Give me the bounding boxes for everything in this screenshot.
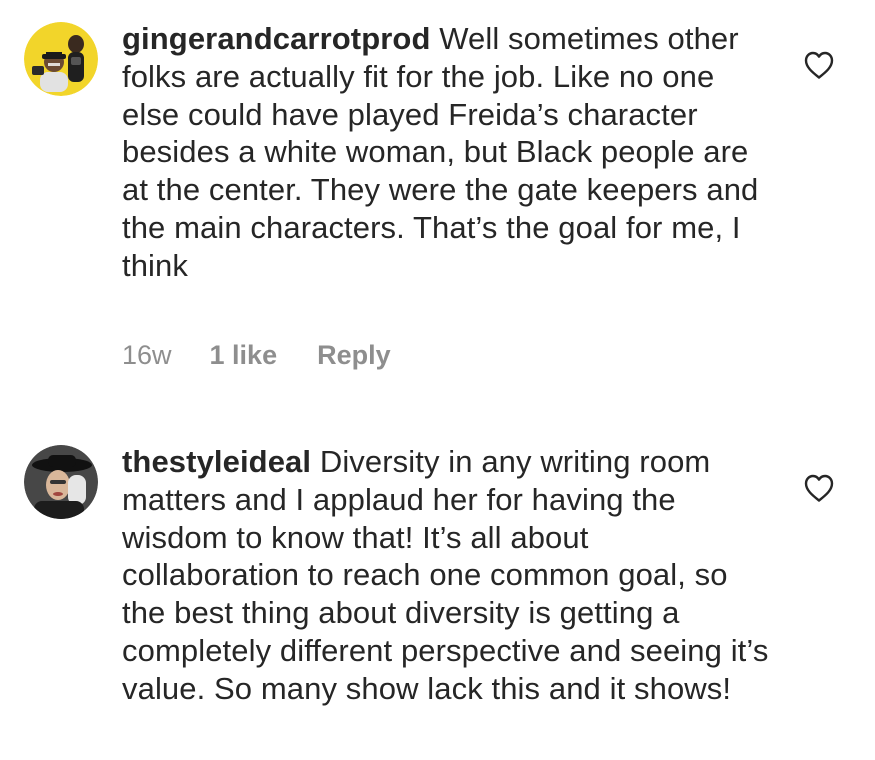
comment-text-block: thestyleideal Diversity in any writing r… bbox=[122, 443, 772, 708]
avatar-image bbox=[24, 445, 98, 519]
comment-text: Well sometimes other folks are actually … bbox=[122, 21, 759, 283]
comment-text-block: gingerandcarrotprod Well sometimes other… bbox=[122, 20, 772, 285]
reply-button[interactable]: Reply bbox=[317, 340, 391, 371]
heart-outline-icon[interactable] bbox=[803, 473, 835, 503]
comment-username[interactable]: thestyleideal bbox=[122, 444, 311, 479]
comment-text: Diversity in any writing room matters an… bbox=[122, 444, 769, 706]
comment-like-count[interactable]: 1 like bbox=[210, 340, 278, 371]
comment-timestamp[interactable]: 16w bbox=[122, 340, 172, 371]
comment-username[interactable]: gingerandcarrotprod bbox=[122, 21, 430, 56]
avatar-image bbox=[24, 22, 98, 96]
avatar[interactable] bbox=[24, 22, 98, 96]
heart-outline-icon[interactable] bbox=[803, 50, 835, 80]
avatar[interactable] bbox=[24, 445, 98, 519]
comment-meta: 16w 1 like Reply bbox=[122, 340, 391, 371]
